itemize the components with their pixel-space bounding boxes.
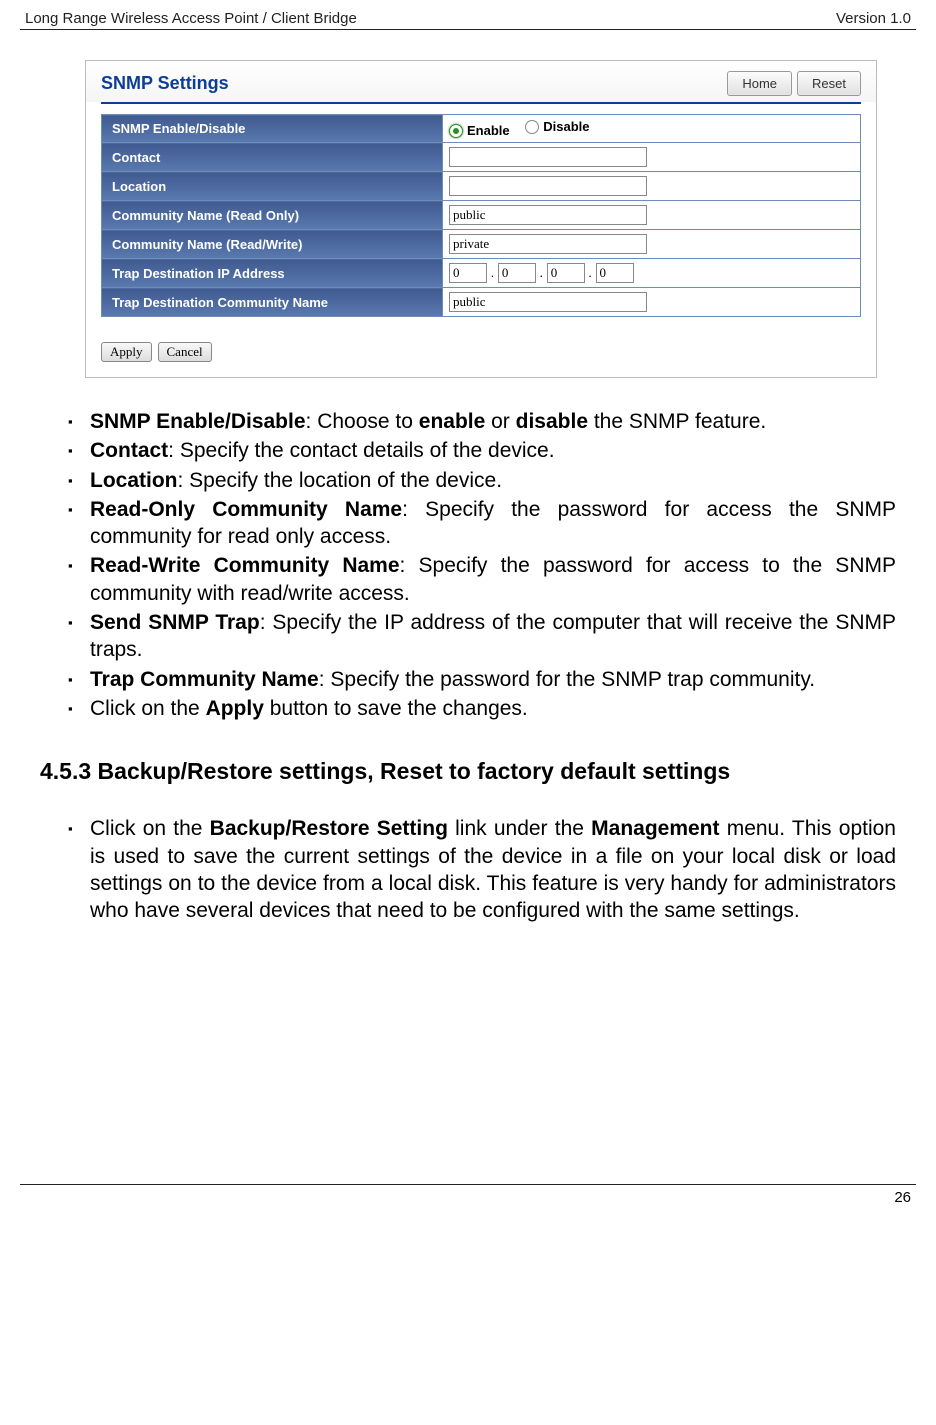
reset-button[interactable]: Reset: [797, 71, 861, 96]
community-ro-input[interactable]: [449, 205, 647, 225]
settings-table: SNMP Enable/Disable Enable Disable Conta…: [101, 114, 861, 317]
list-item: Read-Write Community Name: Specify the p…: [50, 552, 896, 607]
row-label-trap-ip: Trap Destination IP Address: [102, 259, 443, 288]
row-label-comm-ro: Community Name (Read Only): [102, 201, 443, 230]
doc-header-right: Version 1.0: [836, 10, 911, 27]
snmp-settings-panel: SNMP Settings Home Reset SNMP Enable/Dis…: [85, 60, 877, 378]
row-label-trap-comm: Trap Destination Community Name: [102, 288, 443, 317]
radio-enable-label: Enable: [467, 123, 510, 138]
list-item: Read-Only Community Name: Specify the pa…: [50, 496, 896, 551]
row-label-comm-rw: Community Name (Read/Write): [102, 230, 443, 259]
row-label-contact: Contact: [102, 143, 443, 172]
list-item: Contact: Specify the contact details of …: [50, 437, 896, 464]
cancel-button[interactable]: Cancel: [158, 342, 212, 362]
apply-button[interactable]: Apply: [101, 342, 152, 362]
list-item: Click on the Apply button to save the ch…: [50, 695, 896, 722]
doc-header-left: Long Range Wireless Access Point / Clien…: [25, 10, 357, 27]
radio-selected-icon: [449, 124, 463, 138]
row-label-location: Location: [102, 172, 443, 201]
row-label-enable: SNMP Enable/Disable: [102, 115, 443, 143]
header-rule: [20, 29, 916, 30]
panel-rule: [101, 102, 861, 104]
list-item: Trap Community Name: Specify the passwor…: [50, 666, 896, 693]
trap-ip-2[interactable]: [498, 263, 536, 283]
trap-community-input[interactable]: [449, 292, 647, 312]
community-rw-input[interactable]: [449, 234, 647, 254]
trap-ip-3[interactable]: [547, 263, 585, 283]
home-button[interactable]: Home: [727, 71, 792, 96]
contact-input[interactable]: [449, 147, 647, 167]
location-input[interactable]: [449, 176, 647, 196]
page-number: 26: [20, 1189, 916, 1206]
panel-title: SNMP Settings: [101, 73, 229, 94]
trap-ip-4[interactable]: [596, 263, 634, 283]
trap-ip-1[interactable]: [449, 263, 487, 283]
section-heading: 4.5.3 Backup/Restore settings, Reset to …: [40, 758, 916, 785]
radio-disable[interactable]: Disable: [525, 119, 589, 134]
footer-rule: [20, 1184, 916, 1185]
radio-disable-label: Disable: [543, 119, 589, 134]
radio-unselected-icon: [525, 120, 539, 134]
list-item: Click on the Backup/Restore Setting link…: [50, 815, 896, 924]
list-item: Send SNMP Trap: Specify the IP address o…: [50, 609, 896, 664]
list-item: Location: Specify the location of the de…: [50, 467, 896, 494]
list-item: SNMP Enable/Disable: Choose to enable or…: [50, 408, 896, 435]
explanation-list-2: Click on the Backup/Restore Setting link…: [50, 815, 896, 924]
explanation-list-1: SNMP Enable/Disable: Choose to enable or…: [50, 408, 896, 722]
radio-enable[interactable]: Enable: [449, 123, 510, 138]
